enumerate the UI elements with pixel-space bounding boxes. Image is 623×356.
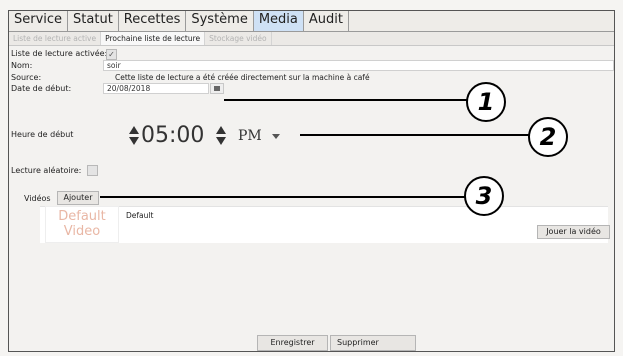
start-date-label: Date de début: [11, 84, 72, 93]
thumb-line-2: Video [63, 224, 101, 239]
menu-bar: Service Statut Recettes Système Media Au… [9, 11, 614, 32]
callout-line-2 [300, 134, 532, 136]
video-item-name: Default [126, 211, 154, 220]
tab-recettes[interactable]: Recettes [119, 11, 187, 31]
minute-stepper[interactable] [216, 124, 226, 146]
delete-button[interactable]: Supprimer [330, 335, 416, 351]
callout-line-3 [100, 196, 468, 198]
ampm-value: PM [238, 128, 262, 144]
video-thumbnail[interactable]: Default Video [45, 206, 119, 243]
name-label: Nom: [11, 61, 33, 70]
tab-service[interactable]: Service [9, 11, 69, 31]
callout-2: 2 [528, 117, 568, 157]
name-field[interactable]: soir [103, 60, 614, 71]
hour-stepper[interactable] [129, 124, 139, 146]
start-time-label: Heure de début [11, 130, 74, 139]
tab-systeme[interactable]: Système [186, 11, 254, 31]
calendar-icon [214, 86, 220, 91]
ampm-select[interactable]: PM [228, 126, 298, 146]
spin-up-icon [129, 126, 139, 134]
add-video-button[interactable]: Ajouter [57, 191, 99, 205]
tab-statut[interactable]: Statut [68, 11, 119, 31]
playlist-subtabs: Liste de lecture active Prochaine liste … [9, 32, 614, 46]
subtab-active-playlist[interactable]: Liste de lecture active [9, 32, 102, 45]
play-video-button[interactable]: Jouer la vidéo [537, 225, 610, 239]
tab-media[interactable]: Media [253, 11, 304, 31]
start-date-field[interactable]: 20/08/2018 [103, 83, 209, 94]
spin-down-icon [129, 137, 139, 145]
spin-down-icon [216, 137, 226, 145]
chevron-down-icon [272, 134, 280, 139]
source-value: Cette liste de lecture a été créée direc… [115, 73, 370, 82]
callout-1: 1 [466, 82, 506, 122]
thumb-line-1: Default [58, 209, 106, 224]
shuffle-checkbox[interactable] [87, 165, 98, 176]
save-button[interactable]: Enregistrer [257, 335, 328, 351]
subtab-video-storage[interactable]: Stockage vidéo [205, 32, 272, 45]
callout-3: 3 [464, 176, 504, 216]
tab-audit[interactable]: Audit [304, 11, 349, 31]
checkmark-icon: ✓ [108, 50, 115, 59]
source-label: Source: [11, 73, 42, 82]
calendar-button[interactable] [210, 83, 224, 94]
shuffle-label: Lecture aléatoire: [11, 166, 82, 175]
callout-line-1 [224, 99, 472, 101]
active-label: Liste de lecture activée: [11, 49, 108, 58]
spin-up-icon [216, 126, 226, 134]
active-checkbox[interactable]: ✓ [106, 49, 117, 60]
subtab-next-playlist[interactable]: Prochaine liste de lecture [101, 32, 206, 45]
start-time-value[interactable]: 05:00 [141, 125, 204, 147]
videos-label: Vidéos [24, 194, 51, 203]
